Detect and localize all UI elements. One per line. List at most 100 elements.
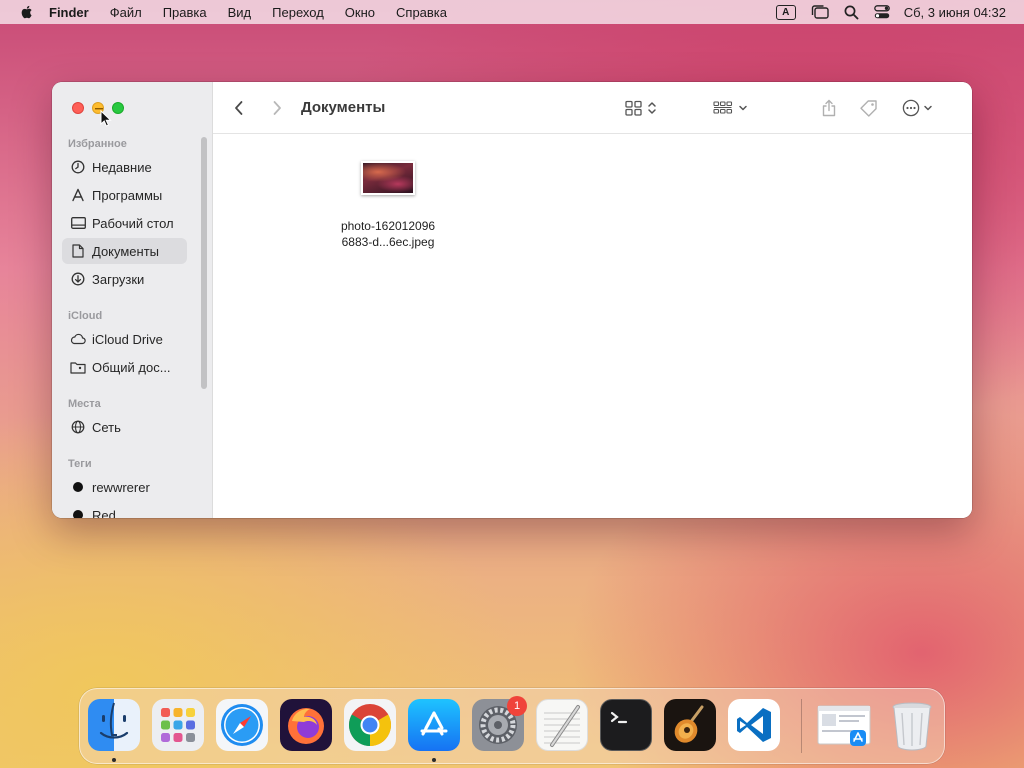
control-center-icon[interactable] — [873, 5, 890, 19]
view-mode-button[interactable] — [625, 96, 657, 120]
app-store-icon — [420, 711, 448, 736]
menu-view[interactable]: Вид — [228, 5, 252, 20]
sidebar-item-shared-folder[interactable]: Общий дос... — [62, 354, 187, 380]
window-title: Документы — [301, 99, 386, 116]
sidebar-item-label: Документы — [92, 243, 160, 259]
sidebar-header-tags: Теги — [68, 458, 92, 470]
menu-clock[interactable]: Сб, 3 июня 04:32 — [904, 5, 1006, 20]
notification-badge: 1 — [507, 696, 527, 716]
chevron-left-icon — [235, 101, 243, 115]
clock-icon — [70, 159, 86, 175]
sidebar-item-recents[interactable]: Недавние — [62, 154, 187, 180]
group-button[interactable] — [713, 96, 748, 120]
dock-chrome[interactable] — [344, 699, 396, 751]
menu-window[interactable]: Окно — [345, 5, 375, 20]
applications-icon — [70, 187, 86, 203]
dock-terminal[interactable] — [600, 699, 652, 751]
sidebar-header-favorites: Избранное — [68, 138, 127, 150]
sidebar-header-places: Места — [68, 398, 101, 410]
menu-file[interactable]: Файл — [110, 5, 142, 20]
sidebar-item-desktop[interactable]: Рабочий стол — [62, 210, 187, 236]
dock-launchpad[interactable] — [152, 699, 204, 751]
chevron-right-icon — [273, 101, 281, 115]
file-name: photo-162012096 6883-d...6ec.jpeg — [333, 218, 443, 250]
globe-icon — [70, 419, 86, 435]
sidebar-item-label: rewwrerer — [92, 479, 150, 495]
chevron-updown-icon — [648, 102, 656, 114]
image-thumbnail — [361, 161, 415, 195]
toolbar: Документы — [213, 82, 972, 134]
dock-finder[interactable] — [88, 699, 140, 751]
safari-compass-icon — [221, 704, 263, 746]
sidebar: Избранное Недавние Программы Рабочий сто… — [52, 82, 213, 518]
cloud-icon — [70, 331, 86, 347]
menu-go[interactable]: Переход — [272, 5, 324, 20]
dock-vscode[interactable] — [728, 699, 780, 751]
sidebar-item-network[interactable]: Сеть — [62, 414, 187, 440]
input-source-icon[interactable]: A — [775, 4, 796, 20]
file-browser-area[interactable]: photo-162012096 6883-d...6ec.jpeg — [213, 135, 972, 518]
dock-separator — [801, 699, 802, 753]
sidebar-item-label: iCloud Drive — [92, 331, 163, 347]
desktop-icon — [70, 215, 86, 231]
dock-textedit[interactable] — [536, 699, 588, 751]
group-by-icon — [713, 101, 733, 114]
more-actions-button[interactable] — [902, 96, 933, 120]
sidebar-item-label: Red — [92, 507, 116, 519]
sidebar-scrollbar[interactable] — [201, 137, 207, 389]
textedit-icon — [544, 705, 580, 747]
dock-safari[interactable] — [216, 699, 268, 751]
forward-button[interactable] — [271, 96, 283, 120]
sidebar-item-applications[interactable]: Программы — [62, 182, 187, 208]
chrome-icon — [348, 704, 392, 746]
terminal-icon — [610, 711, 628, 724]
menu-finder[interactable]: Finder — [49, 5, 89, 20]
document-icon — [70, 243, 86, 259]
running-indicator — [112, 758, 116, 762]
firefox-icon — [288, 708, 324, 744]
dock-firefox[interactable] — [280, 699, 332, 751]
sidebar-item-tag-rewwrerer[interactable]: rewwrerer — [62, 474, 187, 500]
ellipsis-circle-icon — [902, 99, 920, 117]
chevron-down-icon — [739, 105, 747, 111]
menu-help[interactable]: Справка — [396, 5, 447, 20]
sidebar-item-documents[interactable]: Документы — [62, 238, 187, 264]
sidebar-item-icloud-drive[interactable]: iCloud Drive — [62, 326, 187, 352]
dock: 1 — [79, 688, 945, 764]
file-item[interactable]: photo-162012096 6883-d...6ec.jpeg — [333, 161, 443, 250]
tag-icon — [860, 100, 877, 117]
zoom-button[interactable] — [112, 102, 124, 114]
sidebar-item-label: Загрузки — [92, 271, 145, 287]
finder-icon — [99, 702, 129, 739]
sidebar-item-downloads[interactable]: Загрузки — [62, 266, 187, 292]
stage-manager-icon[interactable] — [811, 5, 829, 19]
finder-window: Избранное Недавние Программы Рабочий сто… — [52, 82, 972, 518]
menu-bar: Finder Файл Правка Вид Переход Окно Спра… — [0, 0, 1024, 24]
back-button[interactable] — [233, 96, 245, 120]
running-indicator — [432, 758, 436, 762]
sidebar-item-label: Сеть — [92, 419, 121, 435]
sidebar-item-tag-red[interactable]: Red — [62, 502, 187, 518]
apple-menu-icon[interactable] — [19, 4, 35, 20]
tag-color-dot — [73, 482, 83, 492]
dock-downloads-stack[interactable] — [814, 699, 874, 751]
mouse-cursor-icon — [100, 110, 112, 127]
trash-icon — [892, 702, 932, 751]
sidebar-header-icloud: iCloud — [68, 310, 103, 322]
launchpad-grid-icon — [161, 708, 195, 742]
sidebar-item-label: Программы — [92, 187, 163, 203]
share-icon — [822, 99, 836, 117]
menu-extras: A Сб, 3 июня 04:32 — [761, 0, 1006, 24]
sidebar-item-label: Рабочий стол — [92, 215, 174, 231]
dock-trash[interactable] — [886, 699, 938, 751]
dock-garageband[interactable] — [664, 699, 716, 751]
share-button[interactable] — [821, 96, 837, 120]
file-name-line-1: photo-162012096 — [340, 219, 436, 233]
close-button[interactable] — [72, 102, 84, 114]
tags-button[interactable] — [859, 96, 879, 120]
dock-app-store[interactable] — [408, 699, 460, 751]
spotlight-search-icon[interactable] — [844, 5, 859, 20]
sidebar-item-label: Общий дос... — [92, 359, 171, 375]
menu-edit[interactable]: Правка — [163, 5, 207, 20]
downloads-stack-icon — [817, 705, 871, 746]
